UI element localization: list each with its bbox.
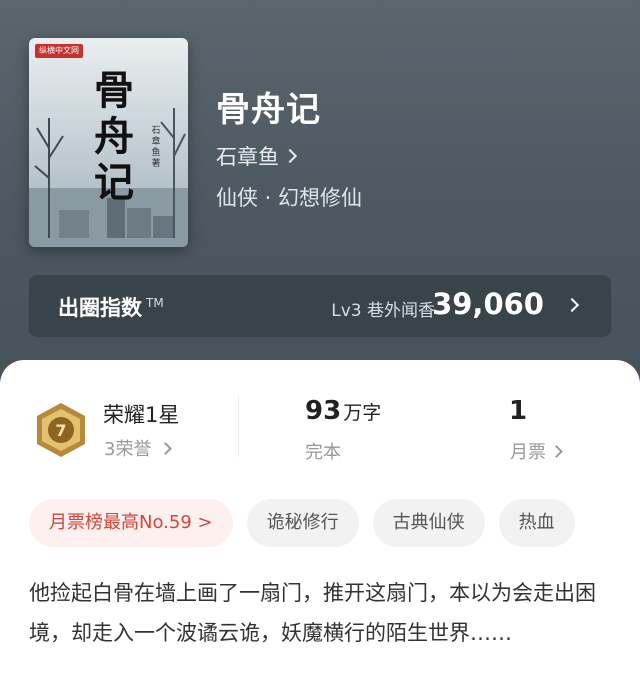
- tag-item[interactable]: 热血: [498, 499, 575, 547]
- chevron-right-icon: [282, 148, 298, 164]
- tag-item[interactable]: 诡秘修行: [246, 499, 359, 547]
- honor-count: 3荣誉: [104, 439, 152, 460]
- book-title: 骨舟记: [216, 90, 321, 130]
- circle-index-label: 出圈指数 TM: [58, 296, 164, 320]
- monthly-ticket-label: 月票: [510, 442, 546, 463]
- chevron-right-icon: [564, 297, 580, 313]
- honor-link[interactable]: 3荣誉: [104, 435, 173, 461]
- cover-title: 骨舟记: [94, 67, 134, 206]
- book-synopsis[interactable]: 他捡起白骨在墙上画了一扇门，推开这扇门，本以为会走出困境，却走入一个波谲云诡，妖…: [29, 573, 611, 653]
- chevron-right-icon: [159, 441, 173, 455]
- book-header: 纵横中文网 骨舟记 石章鱼 著 骨舟记 石章鱼 仙侠 · 幻想修仙 出圈指数 TM…: [0, 0, 640, 400]
- cover-author: 石章鱼 著: [151, 126, 161, 169]
- cover-publisher-logo: 纵横中文网: [35, 44, 83, 58]
- chevron-right-icon: [550, 444, 563, 458]
- tag-item[interactable]: 古典仙侠: [372, 499, 485, 547]
- circle-index-score: 39,060: [432, 287, 544, 321]
- honor-badge-icon[interactable]: 7: [32, 401, 90, 459]
- tag-list: 月票榜最高No.59 > 诡秘修行 古典仙侠 热血: [29, 499, 575, 547]
- stats-divider: [238, 395, 239, 457]
- monthly-ticket-link[interactable]: 月票: [510, 438, 563, 464]
- book-cover[interactable]: 纵横中文网 骨舟记 石章鱼 著: [29, 38, 188, 247]
- monthly-ticket-count: 1: [509, 396, 528, 426]
- circle-index-level: Lv3 巷外闻香: [331, 301, 435, 321]
- tag-rank[interactable]: 月票榜最高No.59 >: [29, 499, 233, 547]
- svg-text:7: 7: [55, 421, 66, 440]
- book-genre: 仙侠 · 幻想修仙: [216, 186, 363, 210]
- honor-title[interactable]: 荣耀1星: [103, 399, 179, 429]
- author-link[interactable]: 石章鱼: [216, 141, 298, 171]
- circle-index-bar[interactable]: 出圈指数 TM Lv3 巷外闻香 39,060: [29, 275, 611, 337]
- book-detail-sheet: 7 荣耀1星 3荣誉 93 万字 完本 1 月票 月票榜最高No.59 > 诡秘修…: [0, 360, 640, 692]
- author-name: 石章鱼: [216, 145, 279, 169]
- word-count: 93 万字: [305, 396, 382, 426]
- completion-status: 完本: [305, 442, 341, 463]
